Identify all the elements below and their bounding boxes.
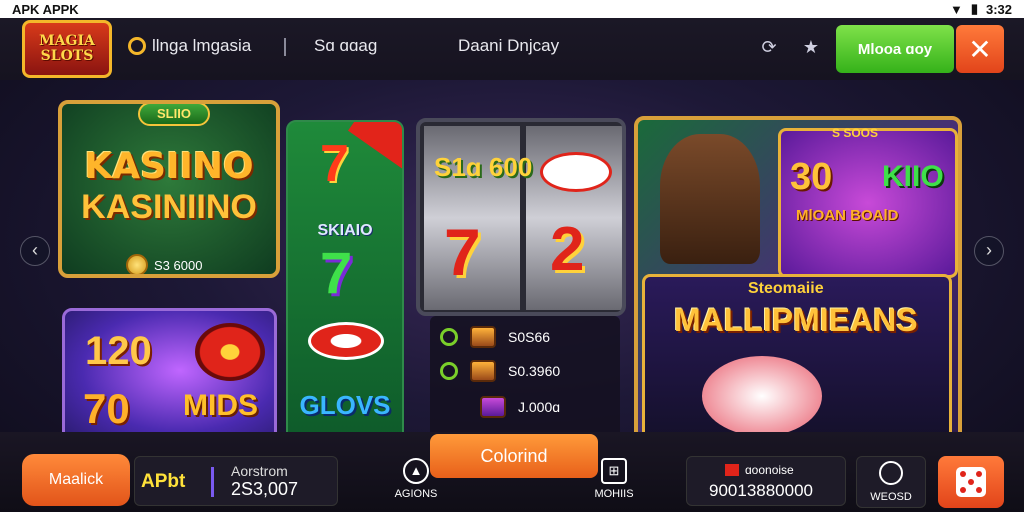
- slot-two-symbol: 2: [550, 215, 585, 284]
- status-time: 3:32: [985, 1, 1012, 17]
- ring-icon: [440, 328, 458, 346]
- sevens-game-tile[interactable]: 7 SKIAIO 7 GLOVS: [286, 120, 404, 446]
- list-item-value: S0S66: [508, 329, 551, 345]
- bonus-tag: S SOOS: [832, 126, 879, 140]
- kasino-title: KASIINO: [84, 146, 254, 187]
- info-divider: [211, 467, 214, 497]
- seven-symbol-green: 7: [320, 241, 353, 306]
- menu-icon: ⊞: [601, 458, 627, 484]
- slot-machine-tile[interactable]: S1ɑ 600 7 2: [416, 118, 626, 316]
- app-screen: MAGIA SLOTS llnga lmgasia Sɑ ɑɑag Daani …: [0, 18, 1024, 512]
- dice-icon: [956, 467, 986, 497]
- settings-icon[interactable]: ⟳: [758, 36, 780, 58]
- featured-subtitle: Steomaiie: [748, 280, 824, 297]
- list-item[interactable]: J.000ɑ: [480, 396, 560, 418]
- orange-action-button[interactable]: Maalick: [22, 454, 130, 506]
- casino-chip-symbol: [540, 152, 612, 192]
- coin-icon: [126, 254, 148, 274]
- nav-item-third[interactable]: Daani Dnjcay: [458, 36, 559, 56]
- ring-icon: [440, 362, 458, 380]
- bonus-value: 90013880000: [709, 481, 814, 500]
- slot-seven-symbol: 7: [444, 215, 481, 289]
- sevens-bottom-label: GLOVS: [299, 390, 391, 420]
- bonus-info-box[interactable]: ɑoonoise 90013880000: [686, 456, 846, 506]
- kasino-subtitle: KASINIINO: [81, 188, 257, 226]
- nav-item-main[interactable]: llnga lmgasia: [128, 36, 251, 56]
- list-item[interactable]: S0.3960: [440, 360, 560, 382]
- rewards-list: S0S66 S0.3960 J.000ɑ: [430, 316, 620, 446]
- featured-title: MALLIPMIEANS: [674, 302, 918, 338]
- kasino-game-tile[interactable]: SLIIO KASIINO KASINIINO S3 6000: [58, 100, 280, 278]
- roulette-wheel-icon: [195, 323, 265, 381]
- promo-word: MIDS: [183, 389, 258, 422]
- top-header: MAGIA SLOTS llnga lmgasia Sɑ ɑɑag Daani …: [0, 18, 1024, 80]
- bonus-panel: [778, 128, 958, 278]
- bonus-label: MlOAN BOAlD: [796, 207, 899, 224]
- gift-icon: [725, 464, 739, 476]
- sevens-label: SKIAIO: [317, 222, 373, 239]
- chest-icon: [470, 360, 496, 382]
- slot-symbol-bar: S1ɑ 600: [434, 152, 533, 182]
- nav-item-second[interactable]: Sɑ ɑɑag: [314, 36, 377, 56]
- list-item-value: S0.3960: [508, 363, 561, 379]
- nav-menu-button[interactable]: ⊞ MOHIIS: [582, 458, 646, 500]
- account-value: 2Ѕ3,007: [231, 479, 299, 499]
- seven-symbol-red: 7: [320, 135, 349, 193]
- status-bar: APK APPK ▼ ▮ 3:32: [0, 0, 1024, 18]
- account-info-box[interactable]: APbt Aorstrom 2Ѕ3,007: [134, 456, 338, 506]
- app-logo[interactable]: MAGIA SLOTS: [22, 20, 112, 78]
- bonus-title: ɑoonoise: [745, 463, 794, 477]
- center-play-button[interactable]: Colorind: [430, 434, 598, 478]
- nav-actions-label: AGIONS: [394, 488, 438, 500]
- promo-game-tile[interactable]: 120 70 MIDS: [62, 308, 277, 446]
- featured-game-tile[interactable]: S SOOS 30 KIIO MlOAN BOAlD Steomaiie MAL…: [634, 116, 962, 446]
- nav-divider: [284, 38, 286, 56]
- chevron-left-icon[interactable]: ‹: [20, 236, 50, 266]
- star-icon[interactable]: ★: [800, 36, 822, 58]
- promo-number-1: 120: [85, 329, 152, 373]
- chest-icon: [470, 326, 496, 348]
- chevron-right-icon[interactable]: ›: [974, 236, 1004, 266]
- account-label: Aorstrom: [231, 463, 288, 479]
- chat-label: WEOSD: [870, 491, 912, 503]
- whale-character-icon: [702, 356, 822, 436]
- account-code: APbt: [141, 471, 186, 492]
- dice-button[interactable]: [938, 456, 1004, 508]
- close-button[interactable]: ✕: [956, 25, 1004, 73]
- kasino-amount: S3 6000: [126, 254, 203, 274]
- potion-icon: [480, 396, 506, 418]
- green-action-button[interactable]: Mlooa ɑoy: [836, 25, 954, 73]
- nav-menu-label: MOHIIS: [594, 488, 634, 500]
- bottom-bar: Maalick APbt Aorstrom 2Ѕ3,007 Colorind ▲…: [0, 432, 1024, 512]
- nav-label-third: Daani Dnjcay: [458, 36, 560, 55]
- status-app-name: APK APPK: [12, 1, 79, 17]
- casino-chips-icon: [308, 322, 384, 360]
- chat-button[interactable]: WEOSD: [856, 456, 926, 508]
- chat-icon: [879, 461, 903, 485]
- chip-icon: [128, 37, 146, 55]
- bonus-number: 30: [790, 156, 833, 198]
- kasino-tag: SLIIO: [138, 104, 210, 126]
- battery-icon: ▮: [970, 1, 978, 16]
- character-icon: [660, 134, 760, 264]
- actions-icon: ▲: [403, 458, 429, 484]
- kasino-amount-text: S3 6000: [154, 257, 203, 273]
- corner-ribbon: [348, 122, 402, 171]
- promo-number-2: 70: [83, 385, 130, 432]
- bonus-number-2: KIIO: [882, 160, 944, 193]
- list-item[interactable]: S0S66: [440, 326, 550, 348]
- nav-label-main: llnga lmgasia: [152, 36, 252, 55]
- nav-actions-button[interactable]: ▲ AGIONS: [384, 458, 448, 500]
- wifi-icon: ▼: [949, 1, 963, 17]
- nav-label-second: Sɑ ɑɑag: [314, 36, 378, 55]
- list-item-value: J.000ɑ: [518, 399, 561, 415]
